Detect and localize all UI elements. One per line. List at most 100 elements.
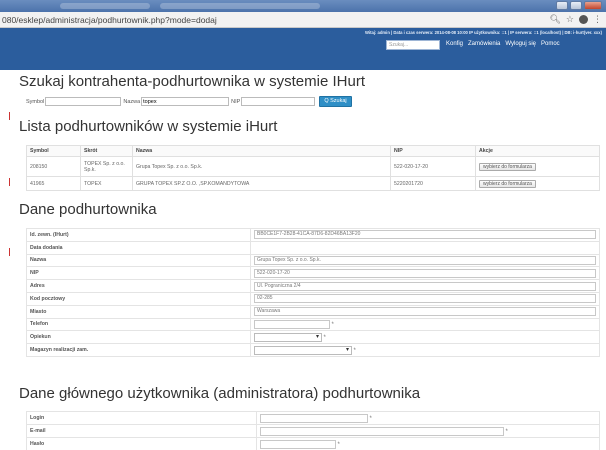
cell-nazwa: GRUPA TOPEX SP.Z O.O. ,SP.KOMANDYTOWA bbox=[132, 176, 391, 191]
field-cell: BB0CE1F7-2B28-41CA-87D6-82D46BA13F20 bbox=[250, 228, 600, 242]
close-button[interactable] bbox=[584, 1, 602, 10]
nav-zamowienia[interactable]: Zamówienia bbox=[468, 41, 500, 47]
nav-pomoc[interactable]: Pomoc bbox=[541, 41, 560, 47]
form-row: Hasło * bbox=[26, 437, 600, 450]
field-label: Kod pocztowy bbox=[26, 291, 251, 306]
extension-icon[interactable] bbox=[579, 15, 588, 24]
list-section-title: Lista podhurtowników w systemie iHurt bbox=[19, 118, 278, 135]
field-cell: Ul. Pograniczna 2/4 bbox=[250, 279, 600, 293]
zoom-icon[interactable]: 🔍︎ bbox=[549, 15, 560, 24]
col-nip: NIP bbox=[390, 145, 476, 157]
telefon-field[interactable] bbox=[254, 319, 330, 329]
admin-form: Login * E-mail * Hasło * bbox=[26, 411, 600, 450]
password-input[interactable] bbox=[260, 439, 336, 449]
form-row: Adres Ul. Pograniczna 2/4 bbox=[26, 279, 600, 293]
address-bar-icons: 🔍︎ ☆ ⋮ bbox=[549, 15, 602, 24]
form-row: Nazwa Grupa Topex Sp. z o.o. Sp.k. bbox=[26, 253, 600, 268]
tab-title-blur bbox=[60, 3, 150, 9]
required-marker: * bbox=[337, 441, 340, 448]
required-marker: * bbox=[353, 347, 356, 354]
details-form: Id. zewn. (IHurt) BB0CE1F7-2B28-41CA-87D… bbox=[26, 228, 600, 357]
table-row: 41965 TOPEX GRUPA TOPEX SP.Z O.O. ,SP.KO… bbox=[26, 176, 600, 191]
window-controls bbox=[556, 1, 602, 10]
form-row: Miasto Warszawa bbox=[26, 304, 600, 319]
col-nazwa: Nazwa bbox=[132, 145, 391, 157]
field-cell: Warszawa bbox=[250, 304, 600, 319]
edge-marker bbox=[9, 112, 10, 120]
cell-skrot: TOPEX Sp. z o.o. Sp.k. bbox=[80, 156, 133, 177]
search-button[interactable]: Q Szukaj bbox=[319, 96, 352, 107]
magazyn-select[interactable] bbox=[254, 345, 352, 355]
field-label: Nazwa bbox=[26, 253, 251, 268]
miasto-field[interactable]: Warszawa bbox=[254, 307, 596, 317]
top-nav: Konfig Zamówienia Wyloguj się Pomoc bbox=[446, 41, 560, 47]
field-label: Id. zewn. (IHurt) bbox=[26, 228, 251, 242]
col-akcje: Akcje bbox=[475, 145, 600, 157]
cell-akcje: wybierz do formularza bbox=[475, 156, 600, 177]
required-marker: * bbox=[331, 321, 334, 328]
symbol-label: Symbol bbox=[26, 98, 45, 105]
field-cell: 522-020-17-20 bbox=[250, 266, 600, 281]
field-cell: * bbox=[256, 411, 600, 425]
field-label: Adres bbox=[26, 279, 251, 293]
nav-konfig[interactable]: Konfig bbox=[446, 41, 463, 47]
login-info: Witaj: admin | Data i czas serwera: 2014… bbox=[365, 30, 602, 35]
menu-icon[interactable]: ⋮ bbox=[593, 15, 602, 24]
field-label: Miasto bbox=[26, 304, 251, 319]
url-text[interactable]: 080/esklep/administracja/podhurtownik.ph… bbox=[2, 15, 217, 25]
form-row: Magazyn realizacji zam. * bbox=[26, 343, 600, 357]
login-input[interactable] bbox=[260, 413, 368, 423]
select-to-form-button[interactable]: wybierz do formularza bbox=[479, 179, 536, 188]
email-input[interactable] bbox=[260, 426, 504, 436]
minimize-button[interactable] bbox=[556, 1, 568, 10]
address-bar[interactable]: 080/esklep/administracja/podhurtownik.ph… bbox=[0, 12, 606, 28]
nazwa-input[interactable] bbox=[141, 97, 230, 106]
browser-titlebar bbox=[0, 0, 606, 12]
field-label: Data dodania bbox=[26, 240, 251, 255]
admin-section-title: Dane głównego użytkownika (administrator… bbox=[19, 385, 421, 402]
required-marker: * bbox=[369, 415, 372, 422]
header-search-input[interactable]: Szukaj... bbox=[386, 40, 440, 50]
data-dodania-value bbox=[250, 240, 600, 255]
adres-field[interactable]: Ul. Pograniczna 2/4 bbox=[254, 281, 596, 291]
select-to-form-button[interactable]: wybierz do formularza bbox=[479, 162, 536, 171]
field-label: Hasło bbox=[26, 437, 257, 450]
form-row: E-mail * bbox=[26, 424, 600, 438]
field-cell: Grupa Topex Sp. z o.o. Sp.k. bbox=[250, 253, 600, 268]
field-label: NIP bbox=[26, 266, 251, 281]
nip-label: NIP bbox=[231, 98, 241, 105]
field-label: Telefon bbox=[26, 317, 251, 332]
col-skrot: Skrót bbox=[80, 145, 133, 157]
cell-nazwa: Grupa Topex Sp. z o.o. Sp.k. bbox=[132, 156, 391, 177]
nav-wyloguj[interactable]: Wyloguj się bbox=[505, 41, 536, 47]
form-row: Telefon * bbox=[26, 317, 600, 332]
table-row: 208150 TOPEX Sp. z o.o. Sp.k. Grupa Tope… bbox=[26, 156, 600, 177]
field-cell: * bbox=[256, 424, 600, 438]
podhurtownicy-table: Symbol Skrót Nazwa NIP Akcje 208150 TOPE… bbox=[26, 145, 600, 191]
maximize-button[interactable] bbox=[570, 1, 582, 10]
nazwa-label: Nazwa bbox=[123, 98, 141, 105]
id-zewn-field[interactable]: BB0CE1F7-2B28-41CA-87D6-82D46BA13F20 bbox=[254, 230, 596, 240]
field-label: Login bbox=[26, 411, 257, 425]
tab-title-blur-2 bbox=[160, 3, 320, 9]
col-symbol: Symbol bbox=[26, 145, 81, 157]
opiekun-select[interactable] bbox=[254, 332, 322, 342]
table-header-row: Symbol Skrót Nazwa NIP Akcje bbox=[26, 145, 600, 157]
field-cell: * bbox=[250, 317, 600, 332]
symbol-input[interactable] bbox=[45, 97, 122, 106]
search-section-title: Szukaj kontrahenta-podhurtownika w syste… bbox=[19, 73, 365, 90]
nazwa-field[interactable]: Grupa Topex Sp. z o.o. Sp.k. bbox=[254, 255, 596, 265]
nip-input[interactable] bbox=[241, 97, 316, 106]
field-cell: 02-285 bbox=[250, 291, 600, 306]
kod-pocztowy-field[interactable]: 02-285 bbox=[254, 294, 596, 304]
required-marker: * bbox=[323, 334, 326, 341]
form-row: Kod pocztowy 02-285 bbox=[26, 291, 600, 306]
cell-symbol: 41965 bbox=[26, 176, 81, 191]
field-label: E-mail bbox=[26, 424, 257, 438]
edge-marker bbox=[9, 178, 10, 186]
cell-symbol: 208150 bbox=[26, 156, 81, 177]
nip-field[interactable]: 522-020-17-20 bbox=[254, 268, 596, 278]
form-row: NIP 522-020-17-20 bbox=[26, 266, 600, 281]
star-icon[interactable]: ☆ bbox=[566, 15, 574, 24]
app-header: Witaj: admin | Data i czas serwera: 2014… bbox=[0, 28, 606, 70]
